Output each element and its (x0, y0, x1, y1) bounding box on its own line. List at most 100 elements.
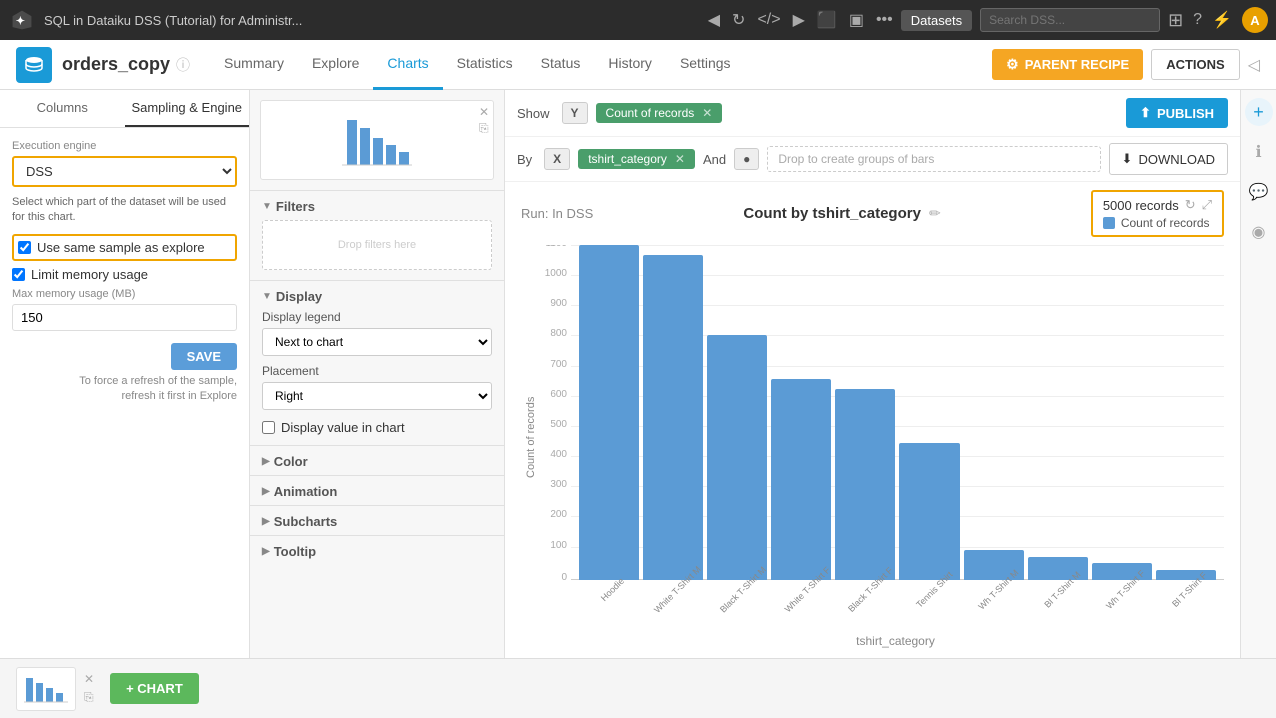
legend-label: Count of records (1121, 216, 1210, 230)
max-memory-input[interactable] (12, 304, 237, 331)
color-arrow-icon: ▶ (262, 456, 270, 467)
bar-black-tshirt-f[interactable] (835, 389, 895, 580)
nav-statistics[interactable]: Statistics (443, 40, 527, 90)
mini-delete-icon[interactable]: ✕ (84, 672, 94, 686)
x-axis-delete-icon[interactable]: ✕ (675, 152, 685, 166)
y-axis-value-badge[interactable]: Count of records ✕ (596, 103, 723, 123)
nav-back-icon[interactable]: ◀ (708, 10, 720, 30)
show-label: Show (517, 106, 550, 121)
limit-memory-label: Limit memory usage (31, 267, 148, 282)
x-axis-value-label: tshirt_category (588, 152, 667, 166)
bar-white-tshirt-f[interactable] (771, 379, 831, 580)
tab-columns[interactable]: Columns (0, 90, 125, 127)
info-sidebar-icon[interactable]: ℹ (1245, 138, 1273, 166)
tab-sampling[interactable]: Sampling & Engine (125, 90, 250, 127)
by-label: By (517, 152, 532, 167)
display-section[interactable]: ▼ Display (250, 280, 504, 310)
save-button[interactable]: SAVE (171, 343, 237, 370)
color-section[interactable]: ▶ Color (250, 445, 504, 475)
filters-arrow-icon: ▼ (262, 201, 272, 212)
download-button[interactable]: ⬇ DOWNLOAD (1109, 143, 1228, 175)
display-legend-select[interactable]: Next to chart Above chart Below chart No… (262, 328, 492, 356)
drop-zone[interactable]: Drop to create groups of bars (767, 146, 1100, 172)
chart-mini-thumbnail (16, 667, 76, 711)
nav-charts[interactable]: Charts (373, 40, 442, 90)
parent-recipe-button[interactable]: ⚙ PARENT RECIPE (992, 49, 1143, 80)
nav-explore[interactable]: Explore (298, 40, 373, 90)
code-icon[interactable]: </> (757, 11, 780, 29)
display-arrow-icon: ▼ (262, 291, 272, 302)
monitor-icon[interactable]: ▣ (849, 10, 864, 30)
header-nav: Summary Explore Charts Statistics Status… (210, 40, 744, 90)
chat-sidebar-icon[interactable]: 💬 (1245, 178, 1273, 206)
bar-white-tshirt-m[interactable] (643, 255, 703, 580)
expand-icon[interactable]: ◁ (1248, 55, 1260, 75)
actions-button[interactable]: ACTIONS (1151, 49, 1240, 80)
add-icon[interactable]: + (1245, 98, 1273, 126)
y-axis-value-label: Count of records (606, 106, 695, 120)
expand-records-icon[interactable]: ⤢ (1202, 197, 1212, 213)
topbar-title: SQL in Dataiku DSS (Tutorial) for Admini… (44, 13, 700, 28)
user-sidebar-icon[interactable]: ◉ (1245, 218, 1273, 246)
use-same-sample-checkbox[interactable] (18, 241, 31, 254)
nav-history[interactable]: History (594, 40, 666, 90)
records-box: 5000 records ↻ ⤢ Count of records (1091, 190, 1224, 237)
refresh-records-icon[interactable]: ↻ (1185, 197, 1196, 213)
limit-memory-checkbox[interactable] (12, 268, 25, 281)
chart-edit-icon[interactable]: ✏ (929, 205, 941, 222)
placement-label: Placement (262, 364, 492, 378)
search-input[interactable] (980, 8, 1160, 32)
publish-icon: ⬆ (1140, 105, 1151, 121)
nav-settings[interactable]: Settings (666, 40, 745, 90)
x-axis-title: tshirt_category (521, 634, 1224, 648)
subcharts-arrow-icon: ▶ (262, 516, 270, 527)
legend-color-swatch (1103, 217, 1115, 229)
user-avatar[interactable]: A (1242, 7, 1268, 33)
animation-section[interactable]: ▶ Animation (250, 475, 504, 505)
grid-icon[interactable]: ⊞ (1168, 10, 1183, 31)
publish-button[interactable]: ⬆ PUBLISH (1126, 98, 1228, 128)
refresh-note: To force a refresh of the sample, refres… (12, 374, 237, 405)
mini-copy-icon[interactable]: ⎘ (84, 690, 94, 705)
display-value-label: Display value in chart (281, 420, 405, 435)
execution-engine-label: Execution engine (12, 140, 237, 152)
help-icon[interactable]: ? (1193, 11, 1202, 29)
page-title: orders_copy (62, 54, 170, 75)
max-memory-label: Max memory usage (MB) (12, 288, 237, 300)
tooltip-label: Tooltip (274, 544, 316, 559)
info-icon[interactable]: ⓘ (176, 55, 190, 75)
run-icon[interactable]: ▶ (793, 10, 805, 30)
color-label: Color (274, 454, 308, 469)
dataset-icon (16, 47, 52, 83)
filters-label: Filters (276, 199, 315, 214)
nav-status[interactable]: Status (527, 40, 595, 90)
y-axis-label: Count of records (521, 245, 541, 630)
datasets-badge[interactable]: Datasets (901, 10, 972, 31)
chart-title: Count by tshirt_category (743, 205, 921, 222)
filters-section[interactable]: ▼ Filters (250, 190, 504, 220)
thumb-copy-icon[interactable]: ⎘ (479, 121, 489, 136)
field-description: Select which part of the dataset will be… (12, 195, 237, 226)
tooltip-arrow-icon: ▶ (262, 546, 270, 557)
execution-engine-select[interactable]: DSS (12, 156, 237, 187)
run-label: Run: In DSS (521, 206, 593, 221)
y-axis-delete-icon[interactable]: ✕ (702, 106, 712, 120)
bar-black-tshirt-m[interactable] (707, 335, 767, 580)
and-label: And (703, 152, 726, 167)
records-count: 5000 records (1103, 198, 1179, 213)
use-same-sample-label: Use same sample as explore (37, 240, 205, 255)
tooltip-section[interactable]: ▶ Tooltip (250, 535, 504, 565)
refresh-icon[interactable]: ↻ (732, 10, 745, 30)
nav-summary[interactable]: Summary (210, 40, 298, 90)
bar-hoodie[interactable] (579, 245, 639, 580)
x-axis-badge: X (544, 148, 570, 170)
more-icon[interactable]: ••• (876, 11, 893, 29)
add-chart-button[interactable]: + CHART (110, 673, 199, 704)
x-axis-value-badge[interactable]: tshirt_category ✕ (578, 149, 695, 169)
subcharts-section[interactable]: ▶ Subcharts (250, 505, 504, 535)
display-value-checkbox[interactable] (262, 421, 275, 434)
deploy-icon[interactable]: ⬛ (817, 10, 837, 30)
placement-select[interactable]: Right Left (262, 382, 492, 410)
bar-tennis-shirt[interactable] (899, 443, 959, 580)
stats-icon[interactable]: ⚡ (1212, 10, 1232, 30)
